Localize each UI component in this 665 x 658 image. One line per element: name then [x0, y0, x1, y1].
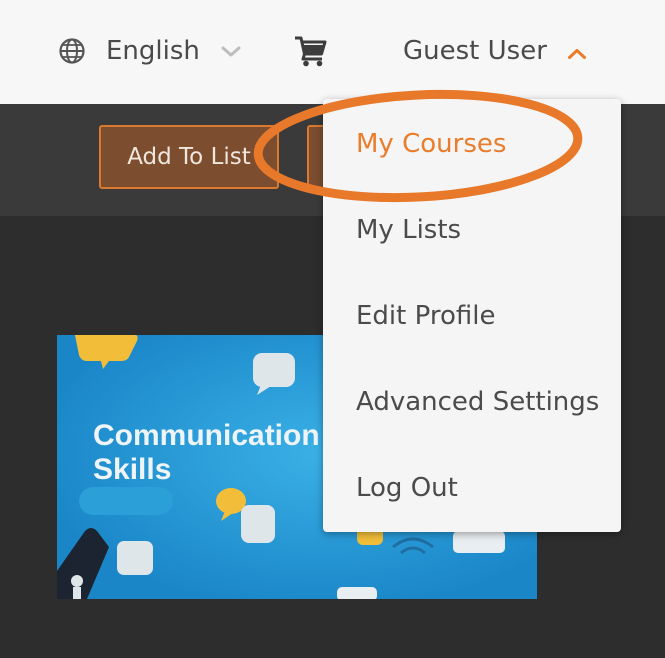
- add-to-list-button[interactable]: Add To List: [99, 125, 279, 189]
- user-name: Guest User: [403, 36, 547, 66]
- menu-item-my-courses[interactable]: My Courses: [356, 129, 506, 159]
- menu-item-advanced-settings[interactable]: Advanced Settings: [356, 387, 599, 417]
- menu-item-edit-profile[interactable]: Edit Profile: [356, 301, 495, 331]
- top-nav-bar: English Guest User: [0, 0, 665, 104]
- user-menu-toggle[interactable]: Guest User: [403, 34, 587, 68]
- language-selector[interactable]: English: [58, 34, 242, 68]
- course-page: English Guest User Add To List Communica…: [0, 0, 665, 658]
- globe-icon: [58, 37, 86, 65]
- chevron-up-icon: [567, 45, 587, 59]
- chevron-down-icon: [220, 44, 242, 58]
- menu-item-my-lists[interactable]: My Lists: [356, 215, 461, 245]
- language-label: English: [106, 36, 200, 66]
- user-dropdown-menu: My Courses My Lists Edit Profile Advance…: [323, 99, 621, 532]
- cart-icon[interactable]: [294, 35, 328, 67]
- menu-item-log-out[interactable]: Log Out: [356, 473, 458, 503]
